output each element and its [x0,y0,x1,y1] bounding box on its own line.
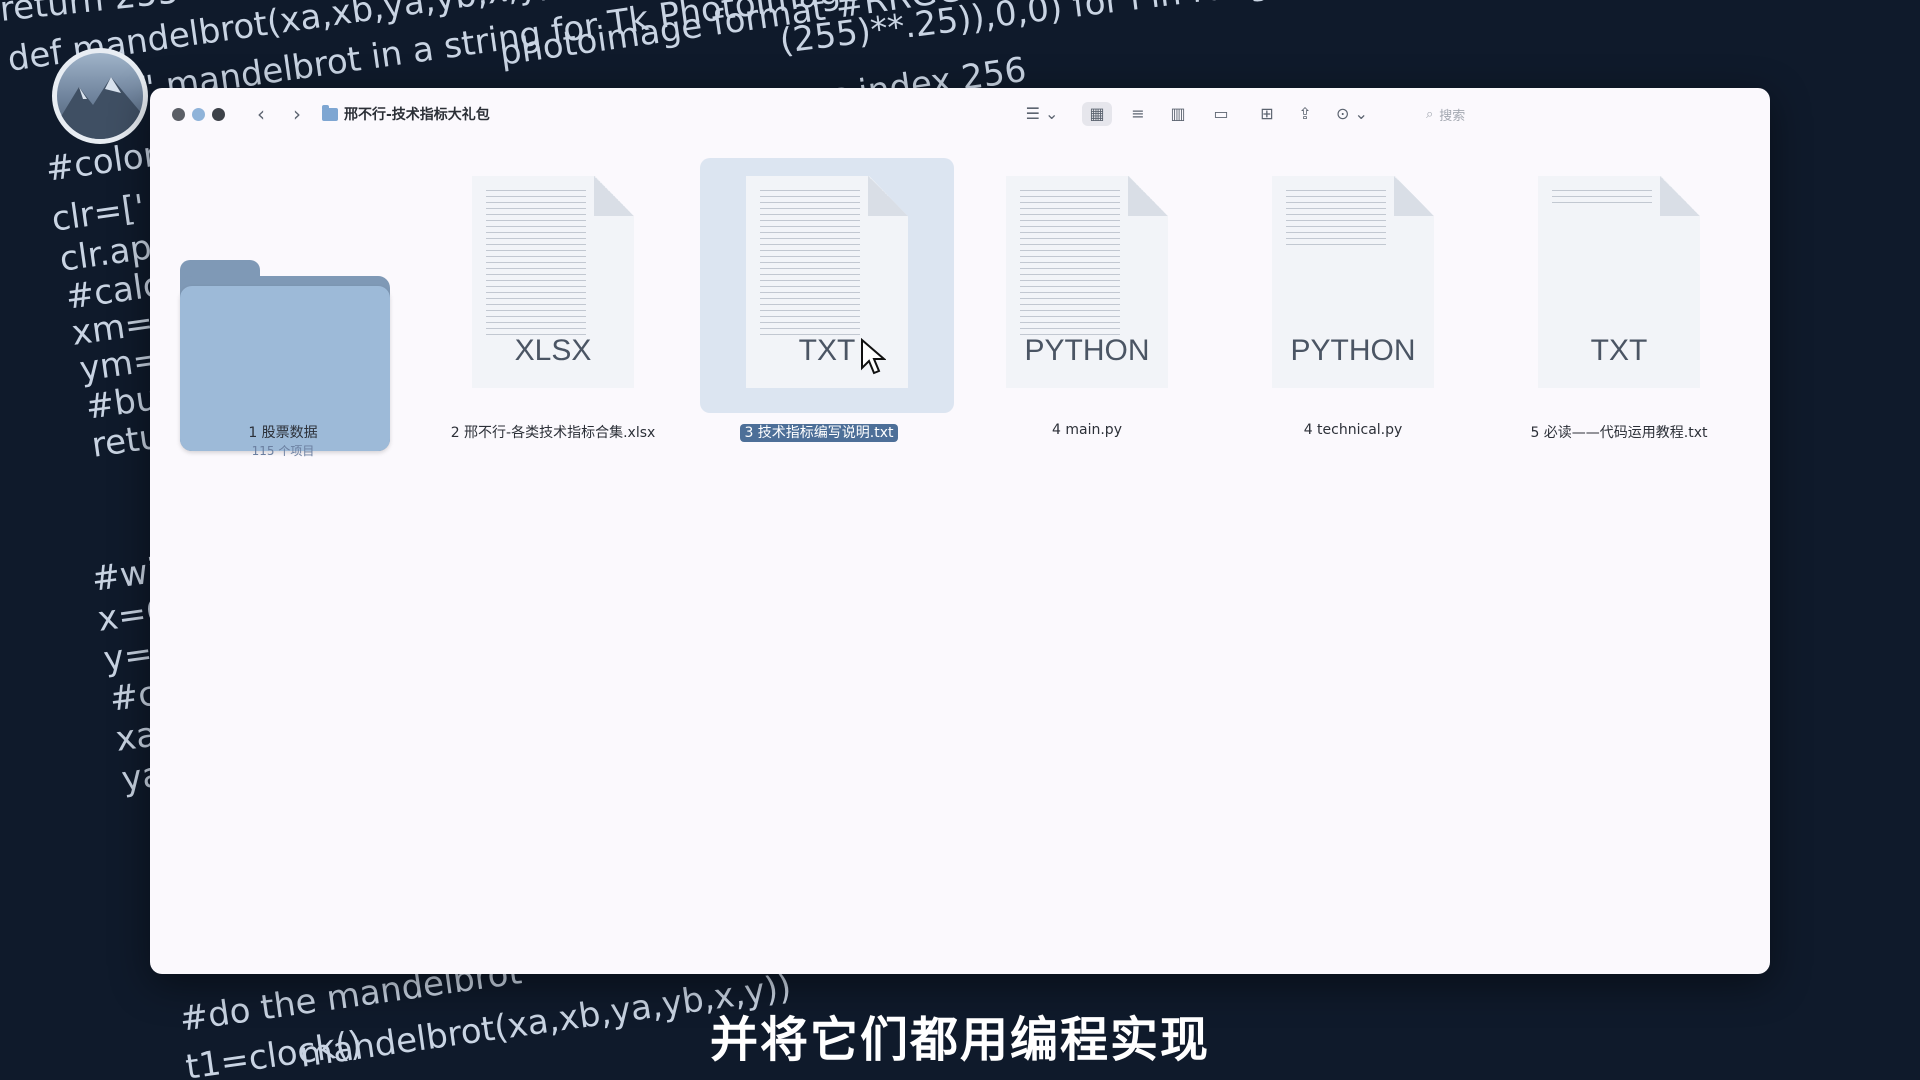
list-icon: ≡ [1131,104,1145,123]
file-name: 5 必读——代码运用教程.txt [1486,422,1752,442]
item-count: 115 个项目 [251,444,315,458]
python-file-icon: PYTHON [1272,176,1434,388]
icon-view-button[interactable]: ▦ [1082,102,1112,126]
file-item-py[interactable]: PYTHON 4 main.py [954,158,1220,438]
file-name: 4 main.py [954,422,1220,438]
ellipsis-icon: ⊙ ⌄ [1336,104,1368,123]
column-view-button[interactable]: ▥ [1164,102,1192,126]
list-view-button[interactable]: ≡ [1124,102,1152,126]
spreadsheet-file-icon: XLSX [472,176,634,388]
grid-icon: ▦ [1089,104,1105,123]
folder-plus-icon: ⊞ [1260,104,1274,123]
doc-preview-lines [1286,190,1386,250]
python-file-icon: PYTHON [1006,176,1168,388]
file-name: 2 邢不行-各类技术指标合集.xlsx [420,422,686,442]
file-name: 3 技术指标编写说明.txt [686,422,952,442]
chevron-left-icon: ‹ [257,102,265,126]
share-button[interactable]: ⇪ [1292,102,1318,126]
search-placeholder: 搜索 [1439,108,1466,124]
sort-group-button[interactable]: ☰ ⌄ [1022,102,1062,126]
file-name-text: 1 股票数据 [248,425,318,441]
chevron-right-icon: › [293,102,301,126]
file-item-folder[interactable]: 1 股票数据 115 个项目 [150,158,416,458]
mouse-cursor-icon [861,338,886,375]
file-item-py[interactable]: PYTHON 4 technical.py [1220,158,1486,438]
page-fold [1660,176,1700,216]
file-name-text: 3 技术指标编写说明.txt [740,424,898,442]
file-name-text: 4 main.py [1052,422,1122,438]
file-name: 1 股票数据 [150,422,416,442]
columns-icon: ▥ [1170,104,1186,123]
more-actions-button[interactable]: ⊙ ⌄ [1332,102,1372,126]
new-folder-button[interactable]: ⊞ [1252,102,1282,126]
doc-preview-lines [1552,190,1652,204]
folder-icon [322,104,338,121]
page-fold [1128,176,1168,216]
close-button[interactable] [172,108,185,121]
file-type-label: PYTHON [1024,334,1150,367]
file-name: 4 technical.py [1220,422,1486,438]
page-fold [1394,176,1434,216]
file-item-txt[interactable]: TXT 5 必读——代码运用教程.txt [1486,158,1752,441]
doc-preview-lines [486,190,586,340]
file-name-text: 4 technical.py [1303,422,1403,438]
forward-button[interactable]: › [286,102,308,126]
avatar [52,48,148,144]
gallery-view-button[interactable]: ▭ [1206,102,1236,126]
page-fold [594,176,634,216]
window-toolbar: ‹ › 邢不行-技术指标大礼包 ☰ ⌄ ▦ ≡ ▥ ▭ ⊞ ⇪ ⊙ ⌄ ⌕ 搜索 [150,88,1770,140]
file-type-label: TXT [1590,334,1648,367]
sort-icon: ☰ ⌄ [1025,104,1059,123]
file-type-label: PYTHON [1290,334,1416,367]
file-item-xlsx[interactable]: XLSX 2 邢不行-各类技术指标合集.xlsx [420,158,686,441]
doc-preview-lines [1020,190,1120,340]
finder-window: ‹ › 邢不行-技术指标大礼包 ☰ ⌄ ▦ ≡ ▥ ▭ ⊞ ⇪ ⊙ ⌄ ⌕ 搜索… [150,88,1770,974]
breadcrumb-title: 邢不行-技术指标大礼包 [344,107,490,123]
file-type-label: XLSX [514,334,592,367]
search-icon: ⌕ [1426,106,1434,122]
file-name-text: 5 必读——代码运用教程.txt [1530,425,1708,441]
file-item-txt-selected[interactable]: TXT 3 技术指标编写说明.txt [686,158,954,442]
text-file-icon: TXT [1538,176,1700,388]
mountain-icon [57,77,143,139]
minimize-button[interactable] [192,108,205,121]
doc-preview-lines [760,190,860,340]
file-name-text: 2 邢不行-各类技术指标合集.xlsx [450,425,656,441]
zoom-button[interactable] [212,108,225,121]
back-button[interactable]: ‹ [250,102,272,126]
search-field[interactable]: ⌕ 搜索 [1426,102,1465,126]
share-icon: ⇪ [1298,104,1312,123]
breadcrumb[interactable]: 邢不行-技术指标大礼包 [322,102,490,126]
gallery-icon: ▭ [1213,104,1229,123]
video-subtitle: 并将它们都用编程实现 [709,1012,1210,1068]
